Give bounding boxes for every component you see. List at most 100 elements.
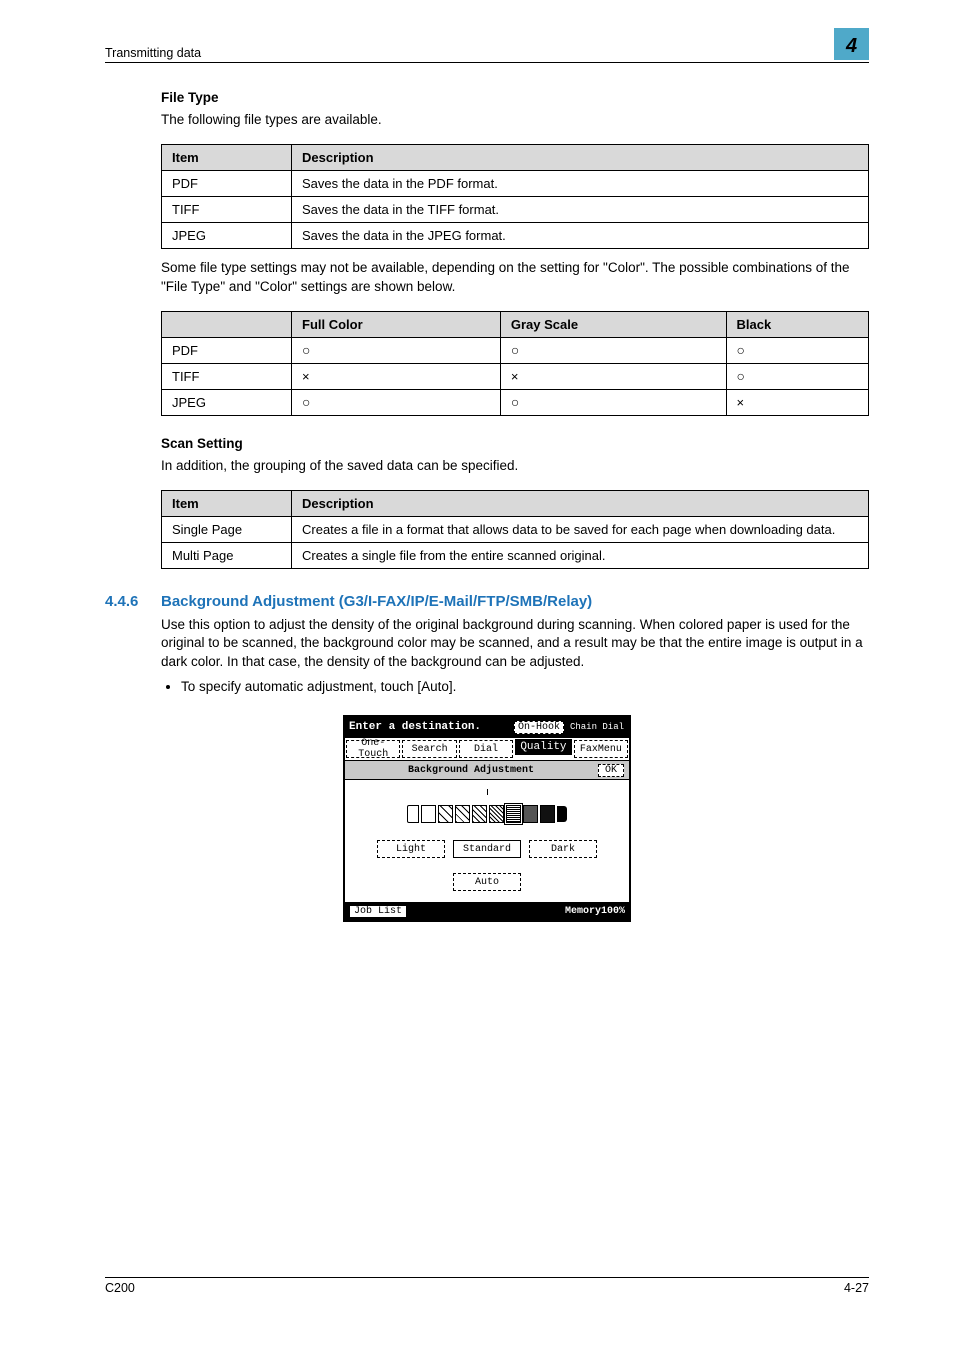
bullet-item: To specify automatic adjustment, touch […: [181, 678, 869, 697]
slider-step[interactable]: [540, 805, 555, 823]
header-section-title: Transmitting data: [105, 46, 201, 60]
page-content: File Type The following file types are a…: [105, 78, 869, 922]
memory-label: Memory100%: [565, 906, 625, 917]
cell: Single Page: [162, 516, 292, 542]
on-hook-button[interactable]: On-Hook: [514, 721, 564, 734]
table-row: Item Description: [162, 144, 869, 170]
subsection-body: Use this option to adjust the density of…: [161, 616, 869, 673]
text-file-type-intro: The following file types are available.: [161, 111, 869, 130]
table-compat: Full Color Gray Scale Black PDF ○ ○ ○ TI…: [161, 311, 869, 416]
th-desc: Description: [292, 490, 869, 516]
th-desc: Description: [292, 144, 869, 170]
lcd-figure: Enter a destination. On-Hook Chain Dial …: [105, 715, 869, 922]
th-item: Item: [162, 144, 292, 170]
subsection-title: Background Adjustment (G3/I-FAX/IP/E-Mai…: [161, 593, 592, 610]
tab-quality[interactable]: Quality: [515, 739, 571, 755]
lcd-footer: Job List Memory100%: [345, 902, 629, 920]
tab-search[interactable]: Search: [402, 740, 456, 758]
cell: ×: [292, 363, 501, 389]
tick-icon: [487, 789, 488, 795]
cell: ○: [726, 337, 868, 363]
slider-dark-end-icon: [557, 806, 567, 822]
table-scan-setting: Item Description Single Page Creates a f…: [161, 490, 869, 569]
slider-step[interactable]: [523, 805, 538, 823]
slider-step[interactable]: [489, 805, 504, 823]
table-row: Item Description: [162, 490, 869, 516]
slider-step-selected[interactable]: [506, 805, 521, 823]
th: Gray Scale: [500, 311, 726, 337]
lcd-panel: Enter a destination. On-Hook Chain Dial …: [343, 715, 631, 922]
text-scan-setting-intro: In addition, the grouping of the saved d…: [161, 457, 869, 476]
light-button[interactable]: Light: [377, 840, 445, 858]
tab-one-touch[interactable]: One-Touch: [346, 740, 400, 758]
lcd-prompt: Enter a destination.: [345, 721, 513, 733]
lcd-title-row: Background Adjustment OK: [345, 761, 629, 780]
table-row: Single Page Creates a file in a format t…: [162, 516, 869, 542]
th-item: Item: [162, 490, 292, 516]
th: [162, 311, 292, 337]
standard-button[interactable]: Standard: [453, 840, 521, 858]
job-list-button[interactable]: Job List: [349, 905, 407, 918]
chain-dial-button[interactable]: Chain Dial: [566, 718, 628, 736]
density-slider[interactable]: [407, 805, 567, 823]
tab-faxmenu[interactable]: FaxMenu: [574, 740, 628, 758]
cell: JPEG: [162, 389, 292, 415]
slider-step[interactable]: [455, 805, 470, 823]
th: Black: [726, 311, 868, 337]
cell: Creates a single file from the entire sc…: [292, 542, 869, 568]
subsection-number: 4.4.6: [105, 593, 161, 610]
cell: ○: [292, 389, 501, 415]
page-footer: C200 4-27: [105, 1277, 869, 1295]
table-row: Multi Page Creates a single file from th…: [162, 542, 869, 568]
cell: ○: [292, 337, 501, 363]
table-row: TIFF × × ○: [162, 363, 869, 389]
slider-step[interactable]: [472, 805, 487, 823]
cell: Saves the data in the JPEG format.: [292, 222, 869, 248]
ok-button[interactable]: OK: [598, 764, 624, 777]
cell: ○: [726, 363, 868, 389]
text-file-type-note: Some file type settings may not be avail…: [161, 259, 869, 297]
chapter-badge: 4: [834, 28, 869, 60]
subsection-header: 4.4.6 Background Adjustment (G3/I-FAX/IP…: [105, 593, 869, 610]
cell: Saves the data in the TIFF format.: [292, 196, 869, 222]
cell: TIFF: [162, 363, 292, 389]
table-row: PDF ○ ○ ○: [162, 337, 869, 363]
lcd-top-row: Enter a destination. On-Hook Chain Dial: [345, 717, 629, 738]
slider-step[interactable]: [438, 805, 453, 823]
cell: ×: [500, 363, 726, 389]
cell: Multi Page: [162, 542, 292, 568]
lcd-main-area: Light Standard Dark Auto: [345, 780, 629, 902]
cell: PDF: [162, 170, 292, 196]
cell: ○: [500, 337, 726, 363]
chain-dial-label: Chain Dial: [570, 723, 624, 732]
th: Full Color: [292, 311, 501, 337]
cell: JPEG: [162, 222, 292, 248]
cell: ○: [500, 389, 726, 415]
footer-right: 4-27: [844, 1281, 869, 1295]
chapter-number: 4: [846, 35, 857, 58]
auto-button[interactable]: Auto: [453, 873, 521, 891]
slider-light-end-icon: [407, 805, 419, 823]
cell: Creates a file in a format that allows d…: [292, 516, 869, 542]
table-file-type: Item Description PDF Saves the data in t…: [161, 144, 869, 249]
heading-scan-setting: Scan Setting: [161, 436, 869, 451]
footer-left: C200: [105, 1281, 135, 1295]
slider-step[interactable]: [421, 805, 436, 823]
tab-dial[interactable]: Dial: [459, 740, 513, 758]
page-header: Transmitting data 4: [105, 28, 869, 63]
cell: Saves the data in the PDF format.: [292, 170, 869, 196]
lcd-button-row: Light Standard Dark: [376, 838, 598, 860]
cell: PDF: [162, 337, 292, 363]
cell: TIFF: [162, 196, 292, 222]
heading-file-type: File Type: [161, 90, 869, 105]
lcd-tab-row: One-Touch Search Dial Quality FaxMenu: [345, 738, 629, 761]
table-row: PDF Saves the data in the PDF format.: [162, 170, 869, 196]
lcd-title: Background Adjustment: [349, 765, 593, 776]
dark-button[interactable]: Dark: [529, 840, 597, 858]
table-row: Full Color Gray Scale Black: [162, 311, 869, 337]
table-row: TIFF Saves the data in the TIFF format.: [162, 196, 869, 222]
table-row: JPEG Saves the data in the JPEG format.: [162, 222, 869, 248]
cell: ×: [726, 389, 868, 415]
table-row: JPEG ○ ○ ×: [162, 389, 869, 415]
bullet-list: To specify automatic adjustment, touch […: [161, 678, 869, 697]
